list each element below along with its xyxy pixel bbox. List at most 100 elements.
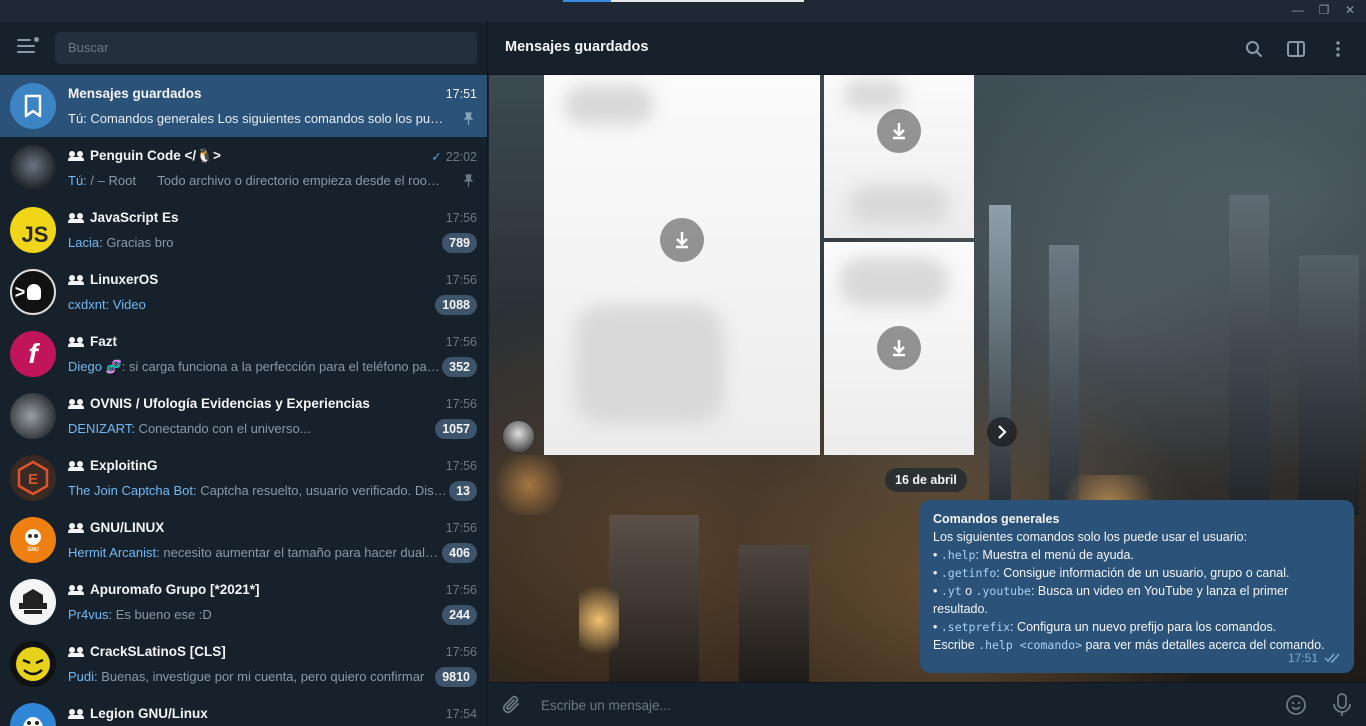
- group-icon: [68, 398, 84, 409]
- album-photo[interactable]: [824, 75, 974, 238]
- chat-name: Penguin Code </🐧>: [90, 148, 221, 163]
- group-icon: [68, 646, 84, 657]
- chat-item-apuromafo[interactable]: Apuromafo Grupo [*2021*] 17:56 Pr4vus: E…: [0, 571, 487, 633]
- unread-badge: 9810: [435, 667, 477, 687]
- chat-name: CrackSLatinoS [CLS]: [90, 644, 226, 659]
- unread-badge: 1088: [435, 295, 477, 315]
- more-options-icon[interactable]: [1328, 39, 1348, 59]
- chat-time: 17:56: [445, 397, 477, 411]
- unread-badge: 789: [442, 233, 477, 253]
- message-line: • .setprefix: Configura un nuevo prefijo…: [933, 620, 1277, 634]
- chat-item-saved-messages[interactable]: Mensajes guardados 17:51 Tú: Comandos ge…: [0, 75, 487, 137]
- chat-name: Legion GNU/Linux: [90, 706, 208, 721]
- chat-avatar: [10, 579, 56, 625]
- message-time: 17:51: [1287, 651, 1318, 665]
- minimize-icon[interactable]: —: [1292, 3, 1304, 17]
- chat-avatar: >: [10, 269, 56, 315]
- chat-preview: Tú: Comandos generales Los siguientes co…: [68, 111, 448, 126]
- chat-avatar: GNU: [10, 517, 56, 563]
- read-check-icon: ✓: [431, 150, 442, 164]
- group-icon: [68, 274, 84, 285]
- chat-title[interactable]: Mensajes guardados: [505, 39, 648, 55]
- chat-avatar: [10, 703, 56, 726]
- chat-item-linuxeros[interactable]: > LinuxerOS 17:56 cxdxnt: Video 1088: [0, 261, 487, 323]
- chat-item-ovnis[interactable]: OVNIS / Ufología Evidencias y Experienci…: [0, 385, 487, 447]
- chat-name: OVNIS / Ufología Evidencias y Experienci…: [90, 396, 370, 411]
- svg-text:E: E: [28, 471, 38, 488]
- emoji-icon[interactable]: [1285, 694, 1307, 716]
- chat-time: ✓ 22:02: [431, 149, 477, 165]
- sender-avatar[interactable]: [502, 420, 535, 453]
- chat-item-penguin-code[interactable]: Penguin Code </🐧> ✓ 22:02 Tú: / – Root To…: [0, 137, 487, 199]
- chat-preview: Pudi: Buenas, investigue por mi cuenta, …: [68, 669, 425, 684]
- chat-avatar: [10, 145, 56, 191]
- search-icon[interactable]: [1244, 39, 1264, 59]
- microphone-icon[interactable]: [1332, 693, 1352, 717]
- chat-preview: Hermit Arcanist: necesito aumentar el ta…: [68, 545, 438, 560]
- message-title: Comandos generales: [933, 512, 1060, 526]
- unread-badge: 13: [449, 481, 477, 501]
- album-photo[interactable]: [824, 242, 974, 455]
- unread-badge: 406: [442, 543, 477, 563]
- chat-item-javascript-es[interactable]: JS JavaScript Es 17:56 Lacia: Gracias br…: [0, 199, 487, 261]
- message-line: Escribe .help <comando> para ver más det…: [933, 638, 1325, 652]
- chat-avatar: JS: [10, 207, 56, 253]
- forward-arrow-icon[interactable]: [987, 417, 1017, 447]
- message-composer: [489, 682, 1366, 726]
- unread-badge: 352: [442, 357, 477, 377]
- chat-preview: Tú: / – Root Todo archivo o directorio e…: [68, 173, 443, 188]
- group-icon: [68, 708, 84, 719]
- chat-time: 17:56: [445, 645, 477, 659]
- date-separator: 16 de abril: [885, 468, 967, 492]
- chat-time: 17:56: [445, 583, 477, 597]
- close-icon[interactable]: ✕: [1344, 3, 1356, 17]
- chat-item-crackslatinos[interactable]: CrackSLatinoS [CLS] 17:56 Pudi: Buenas, …: [0, 633, 487, 695]
- chat-name: ExploitinG: [90, 458, 158, 473]
- chat-item-exploiting[interactable]: E ExploitinG 17:56 The Join Captcha Bot:…: [0, 447, 487, 509]
- loading-bar: [563, 0, 611, 2]
- svg-text:GNU: GNU: [27, 547, 39, 553]
- chat-preview: cxdxnt: Video: [68, 297, 146, 312]
- attach-icon[interactable]: [501, 694, 523, 716]
- chat-item-fazt[interactable]: f Fazt 17:56 Diego 🧬: si carga funciona …: [0, 323, 487, 385]
- chat-name: LinuxerOS: [90, 272, 159, 287]
- loading-bar-track: [611, 0, 804, 2]
- chat-name: Apuromafo Grupo [*2021*]: [90, 582, 260, 597]
- chat-avatar: E: [10, 455, 56, 501]
- window-titlebar: — ❐ ✕: [0, 0, 1366, 22]
- chat-sidebar: Mensajes guardados 17:51 Tú: Comandos ge…: [0, 22, 488, 726]
- search-input[interactable]: [55, 32, 477, 64]
- pin-icon: [463, 174, 474, 187]
- group-icon: [68, 460, 84, 471]
- download-icon[interactable]: [877, 109, 921, 153]
- chat-time: 17:56: [445, 335, 477, 349]
- album-photo[interactable]: [544, 75, 820, 455]
- group-icon: [68, 151, 84, 161]
- download-icon[interactable]: [877, 326, 921, 370]
- chat-preview: The Join Captcha Bot: Captcha resuelto, …: [68, 483, 448, 498]
- bookmark-icon: [10, 83, 56, 129]
- group-icon: [68, 336, 84, 347]
- message-input[interactable]: [541, 693, 1241, 717]
- media-album: [544, 75, 975, 455]
- chat-preview: Pr4vus: Es bueno ese :D: [68, 607, 212, 622]
- chat-time: 17:56: [445, 521, 477, 535]
- chat-name: Fazt: [90, 334, 117, 349]
- chat-item-legion-gnu-linux[interactable]: Legion GNU/Linux 17:54: [0, 695, 487, 726]
- group-icon: [68, 584, 84, 595]
- chat-preview: Lacia: Gracias bro: [68, 235, 174, 250]
- message-line: • .help: Muestra el menú de ayuda.: [933, 548, 1134, 562]
- restore-icon[interactable]: ❐: [1318, 3, 1330, 17]
- chat-name: Mensajes guardados: [68, 86, 202, 101]
- chat-item-gnu-linux[interactable]: GNU GNU/LINUX 17:56 Hermit Arcanist: nec…: [0, 509, 487, 571]
- message-bubble[interactable]: Comandos generales Los siguientes comand…: [920, 500, 1354, 673]
- chat-avatar: [10, 641, 56, 687]
- hamburger-menu-icon[interactable]: [17, 37, 39, 57]
- chat-time: 17:56: [445, 273, 477, 287]
- chat-preview: Diego 🧬: si carga funciona a la perfecci…: [68, 359, 440, 374]
- sidebar-toggle-icon[interactable]: [1286, 39, 1306, 59]
- download-icon[interactable]: [660, 218, 704, 262]
- chat-list: Mensajes guardados 17:51 Tú: Comandos ge…: [0, 75, 487, 726]
- chat-name: GNU/LINUX: [90, 520, 165, 535]
- chat-preview: DENIZART: Conectando con el universo...: [68, 421, 311, 436]
